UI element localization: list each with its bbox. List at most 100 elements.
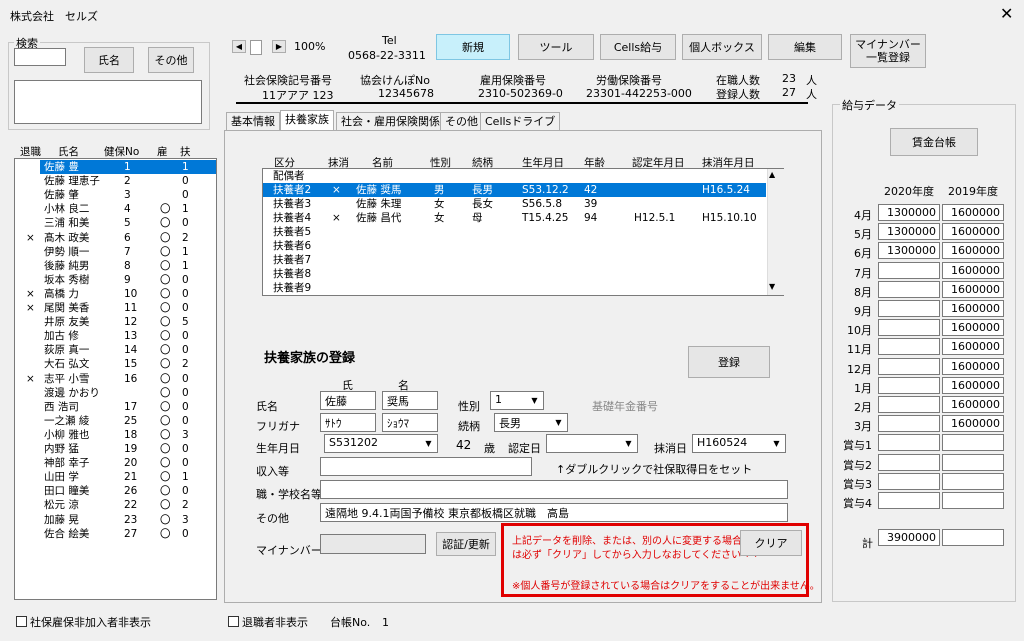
- emp-retired-mark[interactable]: ×: [26, 288, 35, 301]
- emp-name[interactable]: 内野 猛: [44, 443, 79, 456]
- dep-cert-date[interactable]: H12.5.1: [634, 212, 675, 225]
- emp-koyo[interactable]: 〇: [160, 373, 171, 386]
- emp-koyo[interactable]: 〇: [160, 232, 171, 245]
- emp-fuyo[interactable]: 0: [182, 387, 189, 400]
- salary-2020-cell[interactable]: [878, 319, 940, 337]
- sei-input[interactable]: 佐藤: [320, 391, 376, 410]
- emp-koyo[interactable]: 〇: [160, 457, 171, 470]
- emp-fuyo[interactable]: 1: [182, 161, 189, 174]
- emp-koyo[interactable]: 〇: [160, 260, 171, 273]
- salary-2019-cell[interactable]: 1600000: [942, 319, 1004, 337]
- emp-name[interactable]: 一之瀬 綾: [44, 415, 89, 428]
- emp-name[interactable]: 伊勢 順一: [44, 246, 89, 259]
- emp-name[interactable]: 高橋 力: [44, 288, 79, 301]
- emp-fuyo[interactable]: 3: [182, 429, 189, 442]
- emp-no[interactable]: 7: [124, 246, 131, 259]
- job-school-input[interactable]: [320, 480, 788, 499]
- dep-kubun[interactable]: 扶養者3: [273, 198, 311, 211]
- emp-koyo[interactable]: 〇: [160, 514, 171, 527]
- dep-erase-date[interactable]: H16.5.24: [702, 184, 750, 197]
- search-results-box[interactable]: [14, 80, 202, 124]
- emp-fuyo[interactable]: 0: [182, 485, 189, 498]
- emp-fuyo[interactable]: 0: [182, 274, 189, 287]
- dep-erase-mark[interactable]: ×: [332, 212, 341, 225]
- salary-2020-cell[interactable]: [878, 396, 940, 413]
- scroll-down-icon[interactable]: ▼: [769, 282, 775, 291]
- wage-ledger-button[interactable]: 賃金台帳: [890, 128, 978, 156]
- kana-sei-input[interactable]: ｻﾄｳ: [320, 413, 376, 432]
- dep-relation[interactable]: 長男: [472, 184, 493, 197]
- emp-name[interactable]: 佐藤 豊: [44, 161, 79, 174]
- salary-2020-cell[interactable]: [878, 280, 940, 298]
- next-record-button[interactable]: ▶: [272, 40, 286, 53]
- emp-no[interactable]: 3: [124, 189, 131, 202]
- dep-birth[interactable]: S53.12.2: [522, 184, 569, 197]
- register-button[interactable]: 登録: [688, 346, 770, 378]
- emp-name[interactable]: 加古 修: [44, 330, 79, 343]
- dep-kubun[interactable]: 扶養者9: [273, 282, 311, 295]
- emp-fuyo[interactable]: 5: [182, 316, 189, 329]
- emp-fuyo[interactable]: 0: [182, 330, 189, 343]
- emp-name[interactable]: 荻原 真一: [44, 344, 89, 357]
- dep-birth[interactable]: T15.4.25: [522, 212, 569, 225]
- salary-2019-cell[interactable]: 1600000: [942, 242, 1004, 260]
- emp-name[interactable]: 加藤 晃: [44, 514, 79, 527]
- emp-no[interactable]: 13: [124, 330, 137, 343]
- emp-name[interactable]: 松元 涼: [44, 499, 79, 512]
- emp-no[interactable]: 27: [124, 528, 137, 541]
- emp-no[interactable]: 1: [124, 161, 131, 174]
- emp-name[interactable]: 髙木 政美: [44, 232, 89, 245]
- cells-pay-button[interactable]: Cells給与: [600, 34, 676, 60]
- tab-social-employment[interactable]: 社会・雇用保険関係: [336, 112, 445, 130]
- salary-2019-cell[interactable]: 1600000: [942, 376, 1004, 394]
- salary-2020-cell[interactable]: 1300000: [878, 242, 940, 260]
- salary-2020-cell[interactable]: [878, 492, 940, 509]
- salary-2019-cell[interactable]: 1600000: [942, 223, 1004, 241]
- emp-no[interactable]: 25: [124, 415, 137, 428]
- emp-koyo[interactable]: 〇: [160, 203, 171, 216]
- salary-2019-cell[interactable]: 1600000: [942, 396, 1004, 413]
- emp-no[interactable]: 14: [124, 344, 137, 357]
- emp-no[interactable]: 17: [124, 401, 137, 414]
- emp-no[interactable]: 16: [124, 373, 137, 386]
- emp-no[interactable]: 19: [124, 443, 137, 456]
- salary-2019-cell[interactable]: 1600000: [942, 338, 1004, 356]
- dep-kubun[interactable]: 扶養者5: [273, 226, 311, 239]
- emp-name[interactable]: 後藤 純男: [44, 260, 89, 273]
- emp-name[interactable]: 神部 幸子: [44, 457, 89, 470]
- dep-gender[interactable]: 女: [434, 212, 445, 225]
- salary-2019-cell[interactable]: [942, 453, 1004, 471]
- emp-name[interactable]: 佐藤 理恵子: [44, 175, 100, 188]
- emp-name[interactable]: 大石 弘文: [44, 358, 89, 371]
- dep-age[interactable]: 39: [584, 198, 597, 211]
- dep-age[interactable]: 42: [584, 184, 597, 197]
- hide-retired-checkbox[interactable]: [228, 616, 239, 627]
- search-other-button[interactable]: その他: [148, 47, 194, 73]
- emp-fuyo[interactable]: 0: [182, 401, 189, 414]
- emp-no[interactable]: 21: [124, 471, 137, 484]
- emp-name[interactable]: 佐藤 肇: [44, 189, 79, 202]
- emp-koyo[interactable]: 〇: [160, 274, 171, 287]
- dep-kubun[interactable]: 扶養者6: [273, 240, 311, 253]
- salary-2019-cell[interactable]: 1600000: [942, 261, 1004, 279]
- emp-koyo[interactable]: 〇: [160, 344, 171, 357]
- tab-dependents[interactable]: 扶養家族: [280, 110, 334, 131]
- dep-gender[interactable]: 女: [434, 198, 445, 211]
- emp-fuyo[interactable]: 0: [182, 443, 189, 456]
- emp-koyo[interactable]: 〇: [160, 499, 171, 512]
- tab-other[interactable]: その他: [440, 112, 483, 130]
- emp-fuyo[interactable]: 0: [182, 288, 189, 301]
- emp-retired-mark[interactable]: ×: [26, 302, 35, 315]
- scroll-up-icon[interactable]: ▲: [769, 170, 775, 179]
- search-input[interactable]: [14, 48, 66, 66]
- birth-select[interactable]: S531202 ▼: [324, 434, 438, 453]
- emp-koyo[interactable]: 〇: [160, 471, 171, 484]
- emp-no[interactable]: 2: [124, 175, 131, 188]
- dep-name[interactable]: 佐藤 朱理: [356, 198, 401, 211]
- emp-koyo[interactable]: 〇: [160, 485, 171, 498]
- emp-koyo[interactable]: 〇: [160, 217, 171, 230]
- personal-box-button[interactable]: 個人ボックス: [682, 34, 762, 60]
- emp-fuyo[interactable]: 1: [182, 203, 189, 216]
- emp-no[interactable]: 15: [124, 358, 137, 371]
- emp-fuyo[interactable]: 1: [182, 246, 189, 259]
